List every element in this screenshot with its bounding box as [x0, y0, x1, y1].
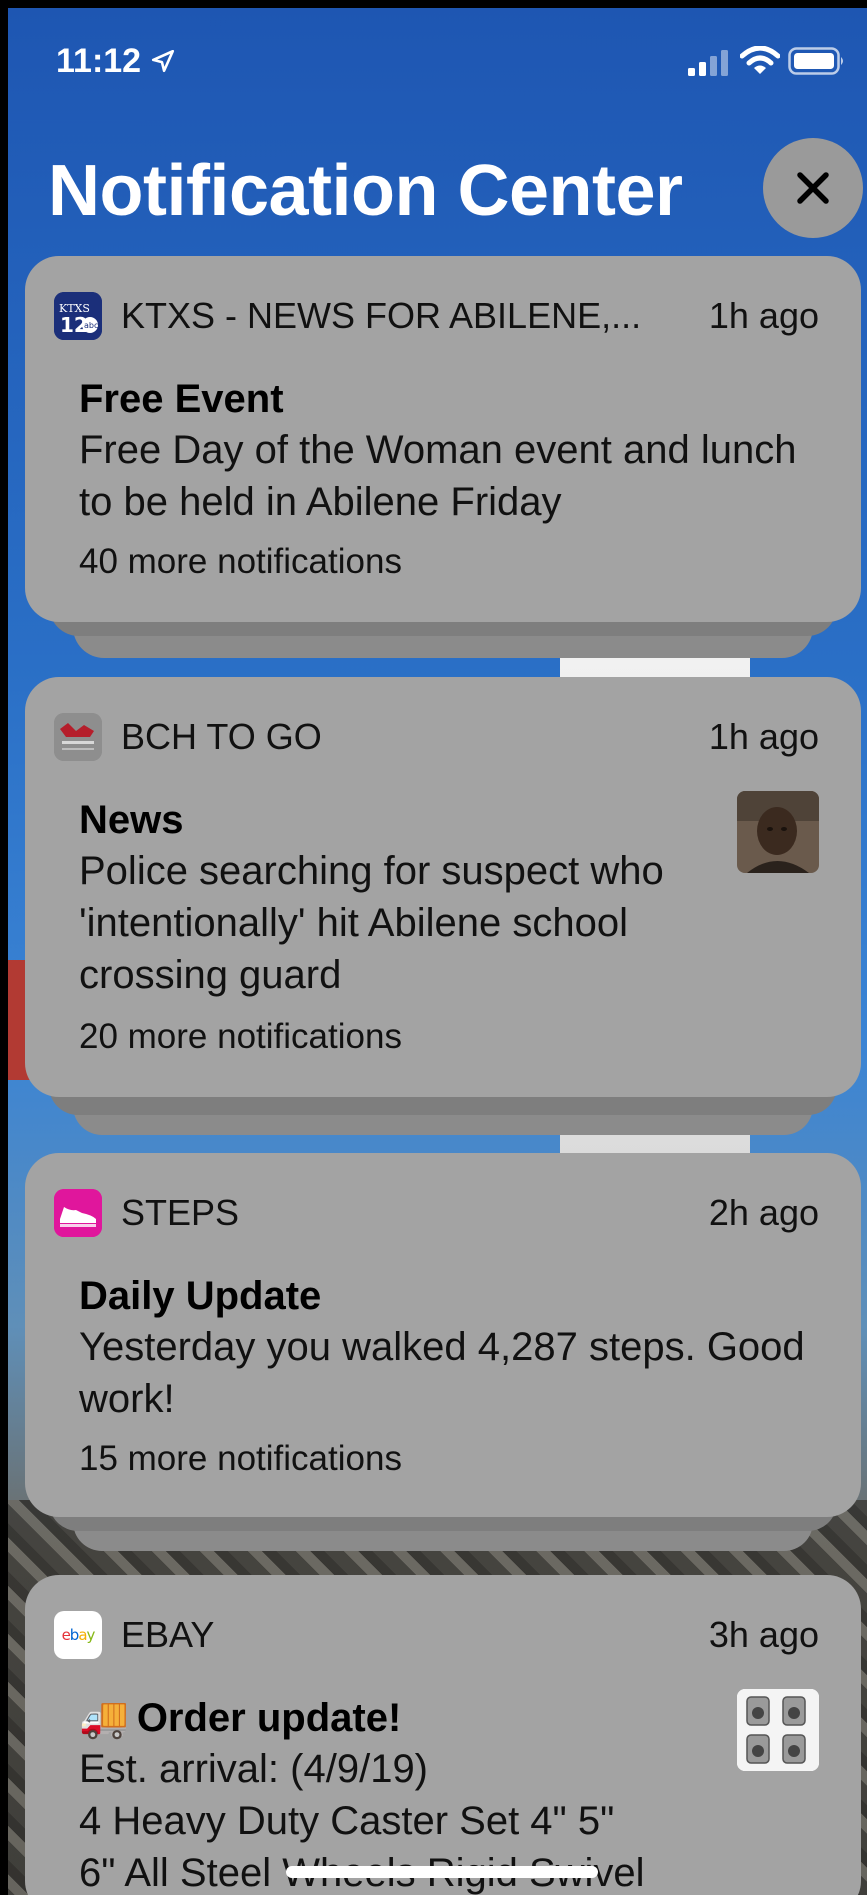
notification-card[interactable]: ebay EBAY 3h ago 🚚 Order update! Est. ar… — [25, 1575, 861, 1895]
notification-time: 1h ago — [708, 295, 819, 336]
close-button[interactable] — [763, 138, 863, 238]
svg-text:abc: abc — [84, 321, 98, 330]
cellular-signal-icon — [688, 50, 728, 76]
ebay-logo-y: y — [86, 1626, 96, 1644]
home-indicator[interactable] — [286, 1866, 598, 1878]
truck-emoji-icon: 🚚 — [79, 1696, 129, 1740]
notification-card[interactable]: STEPS 2h ago Daily Update Yesterday you … — [25, 1153, 861, 1517]
more-notifications[interactable]: 20 more notifications — [79, 1017, 402, 1057]
notification-card[interactable]: KTXS 12 abc KTXS - NEWS FOR ABILENE,... … — [25, 256, 861, 622]
more-notifications[interactable]: 15 more notifications — [79, 1439, 402, 1479]
notification-body: Yesterday you walked 4,287 steps. Good w… — [79, 1325, 805, 1421]
notification-title: News — [79, 798, 184, 842]
notification-time: 1h ago — [708, 716, 819, 757]
app-name: KTXS - NEWS FOR ABILENE,... — [121, 295, 642, 336]
notification-stack-ktxs[interactable]: KTXS 12 abc KTXS - NEWS FOR ABILENE,... … — [25, 256, 861, 661]
caster-wheels-thumbnail — [737, 1689, 819, 1771]
notification-title-row: 🚚 Order update! — [79, 1695, 819, 1741]
battery-icon — [788, 47, 843, 75]
ktxs-abc-icon: KTXS 12 abc — [54, 292, 102, 340]
notification-time: 3h ago — [708, 1614, 819, 1655]
ebay-logo-a: a — [78, 1626, 87, 1644]
notification-stack-steps[interactable]: STEPS 2h ago Daily Update Yesterday you … — [25, 1153, 861, 1553]
bch-to-go-icon — [54, 713, 102, 761]
location-arrow-icon — [151, 49, 175, 73]
body-line: Est. arrival: (4/9/19) — [79, 1747, 429, 1791]
notification-title: Free Event — [79, 377, 284, 421]
notification-title: Daily Update — [79, 1274, 322, 1318]
notification-time: 2h ago — [708, 1192, 819, 1233]
status-time: 11:12 — [56, 42, 142, 80]
notification-stack-bch[interactable]: BCH TO GO 1h ago News Police searching f… — [25, 677, 861, 1137]
body-line: 4 Heavy Duty Caster Set 4" 5" — [79, 1799, 615, 1843]
app-name: BCH TO GO — [121, 716, 322, 757]
wifi-icon — [740, 46, 780, 74]
notification-body: Free Day of the Woman event and lunch to… — [79, 428, 797, 524]
notification-stack-ebay[interactable]: ebay EBAY 3h ago 🚚 Order update! Est. ar… — [25, 1575, 861, 1895]
shoe-icon — [54, 1189, 102, 1237]
close-icon — [797, 172, 829, 204]
suspect-photo-thumbnail — [737, 791, 819, 873]
ebay-logo: ebay — [54, 1611, 102, 1659]
ebay-logo-e: e — [61, 1626, 71, 1644]
page-title: Notification Center — [48, 151, 683, 231]
app-name: EBAY — [121, 1614, 215, 1655]
notification-body: Police searching for suspect who 'intent… — [79, 849, 664, 997]
notification-title: Order update! — [136, 1696, 402, 1740]
app-name: STEPS — [121, 1192, 240, 1233]
status-bar: 11:12 — [0, 0, 867, 110]
notification-card[interactable]: BCH TO GO 1h ago News Police searching f… — [25, 677, 861, 1097]
more-notifications[interactable]: 40 more notifications — [79, 542, 402, 582]
